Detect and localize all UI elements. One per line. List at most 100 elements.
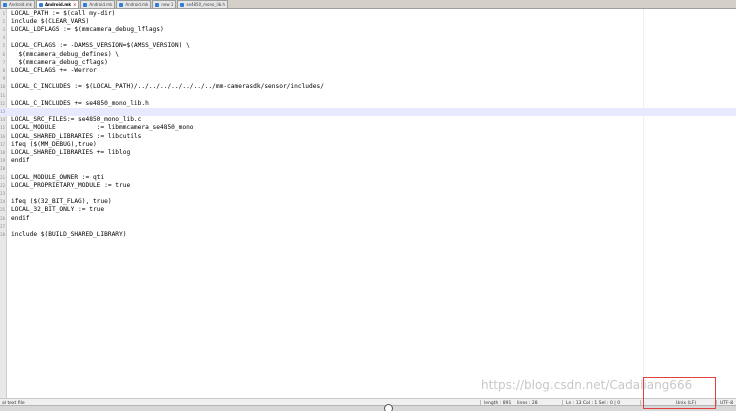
code-text: ifeq ($(MM_DEBUG),true)	[11, 140, 97, 148]
line-number: 9	[2, 76, 5, 82]
code-line[interactable]: 14 LOCAL_SRC_FILES:= se4850_mono_lib.c	[0, 116, 736, 124]
code-text: $(mmcamera_debug_cflags)	[11, 58, 108, 66]
tab-label: se4850_mono_lib.h	[186, 1, 226, 7]
line-number: 3	[2, 26, 5, 32]
code-line[interactable]: 25 LOCAL_32_BIT_ONLY := true	[0, 206, 736, 214]
code-text: endif	[11, 214, 30, 222]
line-number: 13	[0, 108, 5, 114]
code-line[interactable]: 19 endif	[0, 157, 736, 165]
code-line[interactable]: 10 LOCAL_C_INCLUDES := $(LOCAL_PATH)/../.…	[0, 83, 736, 91]
code-text: LOCAL_CFLAGS := -DAMSS_VERSION=$(AMSS_VE…	[11, 42, 190, 50]
file-icon	[83, 2, 88, 7]
file-icon	[155, 2, 160, 7]
line-number: 18	[0, 149, 5, 155]
line-number: 4	[2, 35, 5, 41]
line-number: 23	[0, 190, 5, 196]
code-line[interactable]: 8 LOCAL_CFLAGS += -Werror	[0, 67, 736, 75]
code-line[interactable]: 20	[0, 165, 736, 173]
scroll-thumb[interactable]	[384, 404, 393, 411]
code-text: LOCAL_MODULE := libmmcamera_se4850_mono	[11, 124, 194, 132]
line-number: 26	[0, 215, 5, 221]
line-number: 22	[0, 182, 5, 188]
code-line[interactable]: 9	[0, 75, 736, 83]
tab-5[interactable]: new 1	[152, 0, 177, 8]
code-text: LOCAL_PROPRIETARY_MODULE := true	[11, 181, 131, 189]
code-line[interactable]: 4	[0, 34, 736, 42]
code-text: LOCAL_PATH := $(call my-dir)	[11, 9, 116, 17]
code-text: LOCAL_C_INCLUDES := $(LOCAL_PATH)/../../…	[11, 83, 324, 91]
code-text: LOCAL_C_INCLUDES += se4850_mono_lib.h	[11, 99, 149, 107]
line-number: 28	[0, 231, 5, 237]
line-number: 20	[0, 166, 5, 172]
line-number: 2	[2, 18, 5, 24]
line-number: 6	[2, 51, 5, 57]
line-number: 8	[2, 67, 5, 73]
code-text: $(mmcamera_debug_defines) \	[11, 50, 120, 58]
code-line[interactable]: 2 include $(CLEAR_VARS)	[0, 18, 736, 26]
code-text: LOCAL_LDFLAGS := $(mmcamera_debug_lflags…	[11, 25, 164, 33]
tab-4[interactable]: Android.mk	[116, 0, 152, 8]
highlight-annotation-box	[643, 377, 716, 409]
file-icon	[38, 2, 43, 7]
tab-label: Android.mk	[9, 1, 32, 7]
code-line[interactable]: 24 ifeq ($(32_BIT_FLAG), true)	[0, 198, 736, 206]
code-line[interactable]: 12 LOCAL_C_INCLUDES += se4850_mono_lib.h	[0, 100, 736, 108]
tab-1[interactable]: Android.mk	[0, 0, 35, 8]
code-text: endif	[11, 157, 30, 165]
code-line[interactable]: 17 ifeq ($(MM_DEBUG),true)	[0, 141, 736, 149]
line-number: 10	[0, 84, 5, 90]
code-line[interactable]: 5 LOCAL_CFLAGS := -DAMSS_VERSION=$(AMSS_V…	[0, 42, 736, 50]
line-number: 14	[0, 117, 5, 123]
line-number: 16	[0, 133, 5, 139]
tab-3[interactable]: Android.mk	[80, 0, 116, 8]
code-line[interactable]: 26 endif	[0, 215, 736, 223]
code-text: LOCAL_32_BIT_ONLY := true	[11, 206, 105, 214]
code-line[interactable]: 7 $(mmcamera_debug_cflags)	[0, 59, 736, 67]
line-number: 5	[2, 43, 5, 49]
code-line[interactable]: 6 $(mmcamera_debug_defines) \	[0, 51, 736, 59]
code-line[interactable]: 1 LOCAL_PATH := $(call my-dir)	[0, 10, 736, 18]
line-number: 15	[0, 125, 5, 131]
code-line[interactable]: 15 LOCAL_MODULE := libmmcamera_se4850_mon…	[0, 124, 736, 132]
tab-label: Android.mk	[89, 1, 113, 7]
code-text: LOCAL_SRC_FILES:= se4850_mono_lib.c	[11, 116, 142, 124]
tab-label: new 1	[161, 1, 174, 7]
tab-label: Android.mk	[44, 1, 72, 7]
line-number: 24	[0, 199, 5, 205]
file-icon	[180, 2, 185, 7]
code-line[interactable]: 23	[0, 190, 736, 198]
line-number: 25	[0, 207, 5, 213]
code-text: LOCAL_SHARED_LIBRARIES += liblog	[11, 148, 131, 156]
line-number: 19	[0, 158, 5, 164]
line-number: 17	[0, 141, 5, 147]
code-text: LOCAL_SHARED_LIBRARIES := libcutils	[11, 132, 142, 140]
code-line[interactable]: 11	[0, 92, 736, 100]
line-number: 12	[0, 100, 5, 106]
line-number: 27	[0, 223, 5, 229]
code-text: include $(CLEAR_VARS)	[11, 17, 90, 25]
code-line[interactable]: 18 LOCAL_SHARED_LIBRARIES += liblog	[0, 149, 736, 157]
file-icon	[119, 2, 124, 7]
line-number: 11	[0, 92, 5, 98]
tab-2[interactable]: Android.mk ✕	[35, 0, 80, 9]
code-text: include $(BUILD_SHARED_LIBRARY)	[11, 230, 127, 238]
tab-6[interactable]: se4850_mono_lib.h	[177, 0, 229, 8]
code-editor[interactable]: 1 LOCAL_PATH := $(call my-dir) 2 include $(…	[0, 9, 736, 398]
horizontal-scrollbar[interactable]	[0, 405, 736, 411]
code-line[interactable]: 13	[0, 107, 736, 117]
code-text: LOCAL_CFLAGS += -Werror	[11, 66, 97, 74]
code-line[interactable]: 21 LOCAL_MODULE_OWNER := qti	[0, 174, 736, 182]
tab-bar: Android.mk Android.mk ✕ Android.mk Androi…	[0, 0, 736, 9]
code-text: LOCAL_MODULE_OWNER := qti	[11, 173, 105, 181]
file-icon	[3, 2, 7, 7]
line-number: 1	[2, 10, 5, 16]
close-icon[interactable]: ✕	[73, 1, 76, 9]
line-number: 21	[0, 174, 5, 180]
code-line[interactable]: 16 LOCAL_SHARED_LIBRARIES := libcutils	[0, 133, 736, 141]
code-line[interactable]: 22 LOCAL_PROPRIETARY_MODULE := true	[0, 182, 736, 190]
tab-label: Android.mk	[125, 1, 149, 7]
code-line[interactable]: 3 LOCAL_LDFLAGS := $(mmcamera_debug_lflag…	[0, 26, 736, 34]
code-line[interactable]: 28 include $(BUILD_SHARED_LIBRARY)	[0, 231, 736, 239]
line-number: 7	[2, 59, 5, 65]
code-line[interactable]: 27	[0, 223, 736, 231]
